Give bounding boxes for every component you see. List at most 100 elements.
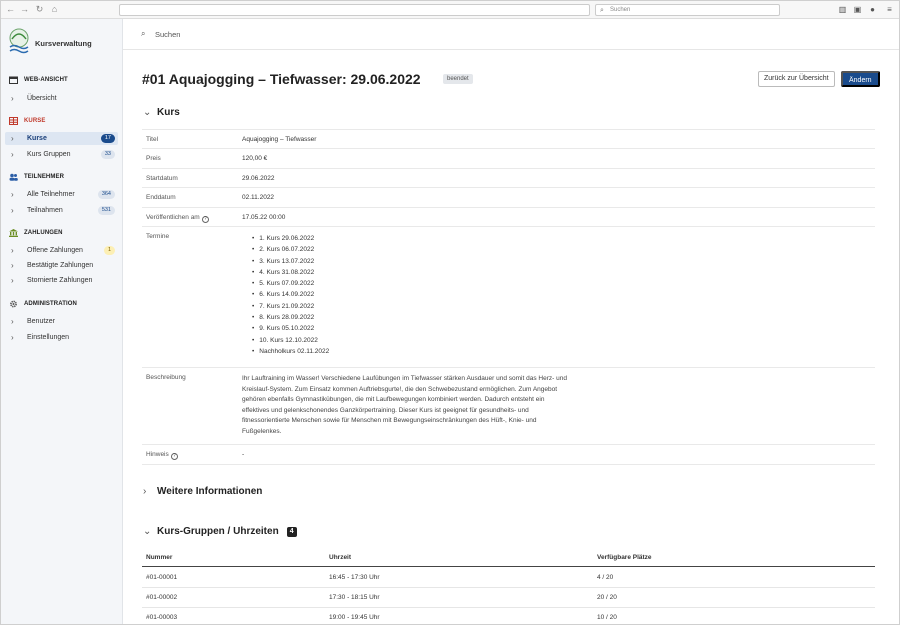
help-icon[interactable]: ? xyxy=(170,453,178,460)
cell-uhrzeit: 19:00 - 19:45 Uhr xyxy=(329,614,380,621)
detail-value: 17.05.22 00:00 xyxy=(242,214,286,221)
description-text: Ihr Lauftraining im Wasser! Verschiedene… xyxy=(242,375,567,435)
table-row[interactable]: #01-00001 16:45 - 17:30 Uhr 4 / 20 xyxy=(142,568,875,588)
section-kurse: KURSE xyxy=(9,116,46,126)
cell-plaetze: 20 / 20 xyxy=(597,594,617,601)
sidebar-item-einstellungen[interactable]: › Einstellungen xyxy=(5,331,118,344)
sidebar-item-label: Kurse xyxy=(27,135,47,142)
section-zahlungen: ZAHLUNGEN xyxy=(9,228,63,238)
chevron-down-icon: ⌄ xyxy=(143,107,152,118)
section-teilnehmer: TEILNEHMER xyxy=(9,172,64,182)
section-administration: ADMINISTRATION xyxy=(9,299,77,309)
sidebar-item-offene-zahlungen[interactable]: › Offene Zahlungen 1 xyxy=(5,244,118,257)
page-title: #01 Aquajogging – Tiefwasser: 29.06.2022 xyxy=(142,71,421,87)
home-icon[interactable]: ⌂ xyxy=(49,4,60,15)
sidebar-item-label: Einstellungen xyxy=(27,334,70,341)
cell-nummer: #01-00002 xyxy=(146,594,178,601)
count-badge: 33 xyxy=(100,150,115,159)
table-row[interactable]: #01-00002 17:30 - 18:15 Uhr 20 / 20 xyxy=(142,588,875,608)
detail-label: Enddatum xyxy=(146,194,176,201)
cell-plaetze: 10 / 20 xyxy=(597,614,617,621)
sidebar-item-label: Alle Teilnehmer xyxy=(27,191,75,198)
detail-label: Termine xyxy=(146,233,170,240)
cell-nummer: #01-00003 xyxy=(146,614,178,621)
browser-search-placeholder: Suchen xyxy=(610,7,631,13)
sidebar-item-stornierte-zahlungen[interactable]: › Stornierte Zahlungen xyxy=(5,274,118,287)
chevron-right-icon: › xyxy=(11,94,14,103)
detail-label: Hinweis? xyxy=(146,451,178,460)
detail-value: 02.11.2022 xyxy=(242,194,275,201)
users-icon xyxy=(9,173,18,181)
detail-row-titel: Titel Aquajogging – Tiefwasser xyxy=(142,129,875,149)
cell-plaetze: 4 / 20 xyxy=(597,574,614,581)
edit-button[interactable]: Ändern xyxy=(841,71,880,87)
sidebar-item-bestaetigte-zahlungen[interactable]: › Bestätigte Zahlungen xyxy=(5,259,118,272)
sidebar-item-teilnahmen[interactable]: › Teilnahmen 531 xyxy=(5,204,118,217)
detail-label-text: Hinweis xyxy=(146,451,169,458)
sidebar-item-benutzer[interactable]: › Benutzer xyxy=(5,315,118,328)
chevron-right-icon: › xyxy=(11,134,14,143)
detail-row-beschreibung: Beschreibung Ihr Lauftraining im Wasser!… xyxy=(142,368,875,445)
help-icon[interactable]: ? xyxy=(201,216,209,223)
section-label: TEILNEHMER xyxy=(24,174,64,180)
sidebar-item-alle-teilnehmer[interactable]: › Alle Teilnehmer 364 xyxy=(5,188,118,201)
kursverwaltung-logo xyxy=(9,28,29,54)
forward-arrow-icon[interactable]: → xyxy=(19,4,30,15)
chevron-right-icon: › xyxy=(11,190,14,199)
section-label: ADMINISTRATION xyxy=(24,301,77,307)
gear-icon xyxy=(10,300,17,308)
search-icon: ⌕ xyxy=(141,29,146,38)
chevron-right-icon: › xyxy=(11,276,14,285)
sidebar-item-kurs-gruppen[interactable]: › Kurs Gruppen 33 xyxy=(5,148,118,161)
table-row[interactable]: #01-00003 19:00 - 19:45 Uhr 10 / 20 xyxy=(142,608,875,624)
back-to-overview-button[interactable]: Zurück zur Übersicht xyxy=(758,71,835,87)
section-weitere-informationen-title: Weitere Informationen xyxy=(157,486,263,497)
column-header-plaetze[interactable]: Verfügbare Plätze xyxy=(597,554,652,561)
section-weitere-informationen-toggle[interactable]: › Weitere Informationen xyxy=(143,486,262,497)
main-content: ⌕ Suchen #01 Aquajogging – Tiefwasser: 2… xyxy=(123,19,899,624)
column-header-uhrzeit[interactable]: Uhrzeit xyxy=(329,554,351,561)
library-icon[interactable]: ▥ xyxy=(837,4,848,15)
chevron-right-icon: › xyxy=(11,150,14,159)
address-bar[interactable] xyxy=(119,4,590,16)
browser-search-field[interactable]: ⌕ Suchen xyxy=(595,4,780,16)
chevron-right-icon: › xyxy=(143,486,147,497)
search-icon: ⌕ xyxy=(600,7,604,14)
list-item: 3. Kurs 13.07.2022 xyxy=(252,256,329,267)
detail-label: Titel xyxy=(146,136,159,143)
sidebar-item-label: Übersicht xyxy=(27,95,57,102)
list-item: 6. Kurs 14.09.2022 xyxy=(252,289,329,300)
cell-nummer: #01-00001 xyxy=(146,574,178,581)
list-item: 1. Kurs 29.06.2022 xyxy=(252,233,329,244)
section-label: KURSE xyxy=(24,118,46,124)
section-kurs-title: Kurs xyxy=(157,107,180,118)
chevron-right-icon: › xyxy=(11,246,14,255)
count-badge: 1 xyxy=(103,246,115,255)
detail-row-startdatum: Startdatum 29.06.2022 xyxy=(142,169,875,188)
sidebar-item-kurse[interactable]: › Kurse 17 xyxy=(5,132,118,145)
list-item: 5. Kurs 07.09.2022 xyxy=(252,278,329,289)
detail-value: 29.06.2022 xyxy=(242,175,275,182)
detail-label: Veröffentlichen am? xyxy=(146,214,209,223)
reload-icon[interactable]: ↻ xyxy=(34,4,45,15)
detail-value: Aquajogging – Tiefwasser xyxy=(242,136,317,143)
termine-list: 1. Kurs 29.06.2022 2. Kurs 06.07.2022 3.… xyxy=(252,233,329,357)
detail-row-termine: Termine 1. Kurs 29.06.2022 2. Kurs 06.07… xyxy=(142,227,875,368)
sidebar-item-label: Kurs Gruppen xyxy=(27,151,71,158)
sidebar-toggle-icon[interactable]: ▣ xyxy=(852,4,863,15)
detail-row-enddatum: Enddatum 02.11.2022 xyxy=(142,188,875,208)
detail-label: Startdatum xyxy=(146,175,178,182)
chevron-right-icon: › xyxy=(11,317,14,326)
section-kurs-toggle[interactable]: ⌄ Kurs xyxy=(143,107,180,118)
detail-row-preis: Preis 120,00 € xyxy=(142,149,875,169)
menu-icon[interactable]: ≡ xyxy=(884,4,895,15)
account-icon[interactable]: ● xyxy=(867,4,878,15)
app-search-bar[interactable]: ⌕ Suchen xyxy=(123,19,899,50)
cell-uhrzeit: 17:30 - 18:15 Uhr xyxy=(329,594,380,601)
count-badge: 364 xyxy=(97,190,115,199)
column-header-nummer[interactable]: Nummer xyxy=(146,554,172,561)
list-item: 2. Kurs 06.07.2022 xyxy=(252,244,329,255)
back-arrow-icon[interactable]: ← xyxy=(5,4,16,15)
section-kurs-gruppen-toggle[interactable]: ⌄ Kurs-Gruppen / Uhrzeiten 4 xyxy=(143,526,297,537)
sidebar-item-uebersicht[interactable]: › Übersicht xyxy=(5,92,118,105)
